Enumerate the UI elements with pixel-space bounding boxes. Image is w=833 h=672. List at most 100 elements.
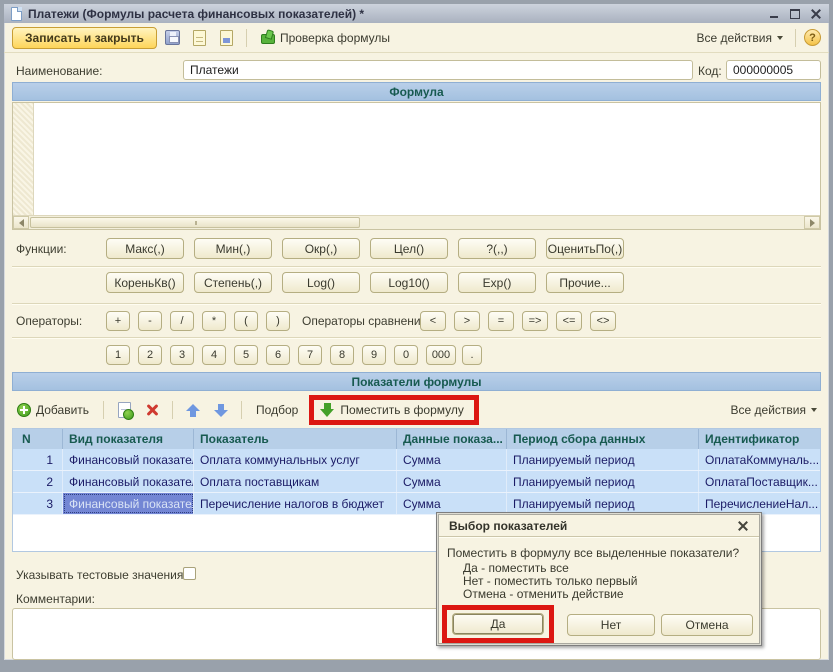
indicators-all-actions-label: Все действия xyxy=(731,403,806,417)
scroll-right-icon[interactable] xyxy=(804,216,820,229)
cell-kind[interactable]: Финансовый показатель xyxy=(63,449,194,470)
check-formula-button[interactable]: Проверка формулы xyxy=(255,28,395,47)
cell-period[interactable]: Планируемый период xyxy=(507,449,699,470)
op-divide-button[interactable]: / xyxy=(170,311,194,331)
digit-dot-button[interactable]: . xyxy=(462,345,482,365)
column-header-indicator[interactable]: Показатель xyxy=(194,429,397,449)
help-button[interactable]: ? xyxy=(804,29,821,46)
cell-data[interactable]: Сумма xyxy=(397,493,507,514)
pick-button[interactable]: Подбор xyxy=(251,401,303,419)
op-lt-button[interactable]: < xyxy=(420,311,446,331)
indicators-all-actions-button[interactable]: Все действия xyxy=(727,401,821,419)
func-min-button[interactable]: Мин(,) xyxy=(194,238,272,259)
digit-1-button[interactable]: 1 xyxy=(106,345,130,365)
func-max-button[interactable]: Макс(,) xyxy=(106,238,184,259)
formula-textarea[interactable] xyxy=(35,103,820,215)
cancel-button[interactable]: Отмена xyxy=(661,614,753,636)
scroll-left-icon[interactable] xyxy=(13,216,29,229)
cell-kind[interactable]: Финансовый показатель xyxy=(63,471,194,492)
read-document-button[interactable] xyxy=(189,27,211,49)
move-up-button[interactable] xyxy=(182,399,204,421)
column-header-kind[interactable]: Вид показателя xyxy=(63,429,194,449)
func-sqrt-button[interactable]: КореньКв() xyxy=(106,272,184,293)
cell-kind-selected[interactable]: Финансовый показатель xyxy=(63,493,194,514)
op-gt-button[interactable]: > xyxy=(454,311,480,331)
func-log10-button[interactable]: Log10() xyxy=(370,272,448,293)
table-row[interactable]: 2 Финансовый показатель Оплата поставщик… xyxy=(13,471,820,493)
op-ne-button[interactable]: <> xyxy=(590,311,616,331)
cell-indicator[interactable]: Перечисление налогов в бюджет xyxy=(194,493,397,514)
op-ge-button[interactable]: => xyxy=(522,311,548,331)
func-log-button[interactable]: Log() xyxy=(282,272,360,293)
cell-n[interactable]: 2 xyxy=(13,471,63,492)
window-controls xyxy=(768,8,822,20)
column-header-period[interactable]: Период сбора данных xyxy=(507,429,699,449)
op-le-button[interactable]: <= xyxy=(556,311,582,331)
test-values-checkbox[interactable] xyxy=(183,567,196,580)
dialog-close-icon[interactable] xyxy=(737,520,749,532)
add-label: Добавить xyxy=(36,403,89,417)
place-in-formula-button[interactable]: Поместить в формулу xyxy=(320,402,464,418)
op-open-paren-button[interactable]: ( xyxy=(234,311,258,331)
indicators-section-header: Показатели формулы xyxy=(12,372,821,391)
digit-6-button[interactable]: 6 xyxy=(266,345,290,365)
cell-indicator[interactable]: Оплата поставщикам xyxy=(194,471,397,492)
func-round-button[interactable]: Окр(,) xyxy=(282,238,360,259)
op-minus-button[interactable]: - xyxy=(138,311,162,331)
digit-4-button[interactable]: 4 xyxy=(202,345,226,365)
minimize-icon[interactable] xyxy=(768,8,780,20)
func-int-button[interactable]: Цел() xyxy=(370,238,448,259)
func-if-button[interactable]: ?(,,) xyxy=(458,238,536,259)
yes-button[interactable]: Да xyxy=(452,613,544,635)
op-plus-button[interactable]: + xyxy=(106,311,130,331)
cell-n[interactable]: 1 xyxy=(13,449,63,470)
cell-indicator[interactable]: Оплата коммунальных услуг xyxy=(194,449,397,470)
divider xyxy=(12,337,821,338)
func-exp-button[interactable]: Exp() xyxy=(458,272,536,293)
digit-3-button[interactable]: 3 xyxy=(170,345,194,365)
table-header-row: N Вид показателя Показатель Данные показ… xyxy=(13,429,820,449)
cell-id[interactable]: ОплатаКоммуналь... xyxy=(699,449,820,470)
func-pow-button[interactable]: Степень(,) xyxy=(194,272,272,293)
scrollbar-thumb[interactable] xyxy=(30,217,360,228)
digit-000-button[interactable]: 000 xyxy=(426,345,456,365)
name-input[interactable] xyxy=(183,60,693,80)
copy-button[interactable] xyxy=(113,399,135,421)
maximize-icon[interactable] xyxy=(789,8,801,20)
editor-gutter xyxy=(13,103,34,215)
post-document-button[interactable] xyxy=(216,27,238,49)
func-other-button[interactable]: Прочие... xyxy=(546,272,624,293)
digit-2-button[interactable]: 2 xyxy=(138,345,162,365)
cell-data[interactable]: Сумма xyxy=(397,449,507,470)
column-header-data[interactable]: Данные показа... xyxy=(397,429,507,449)
cell-period[interactable]: Планируемый период xyxy=(507,493,699,514)
column-header-n[interactable]: N xyxy=(13,429,63,449)
code-input[interactable] xyxy=(726,60,821,80)
digit-8-button[interactable]: 8 xyxy=(330,345,354,365)
cell-id[interactable]: ОплатаПоставщик... xyxy=(699,471,820,492)
no-button[interactable]: Нет xyxy=(567,614,655,636)
close-icon[interactable] xyxy=(810,8,822,20)
app-window: Платежи (Формулы расчета финансовых пока… xyxy=(0,0,833,672)
code-label: Код: xyxy=(698,64,722,78)
digit-0-button[interactable]: 0 xyxy=(394,345,418,365)
cell-data[interactable]: Сумма xyxy=(397,471,507,492)
cell-n[interactable]: 3 xyxy=(13,493,63,514)
move-down-button[interactable] xyxy=(210,399,232,421)
func-evaluate-button[interactable]: ОценитьПо(,) xyxy=(546,238,624,259)
op-close-paren-button[interactable]: ) xyxy=(266,311,290,331)
op-multiply-button[interactable]: * xyxy=(202,311,226,331)
digit-9-button[interactable]: 9 xyxy=(362,345,386,365)
column-header-id[interactable]: Идентификатор xyxy=(699,429,820,449)
table-row[interactable]: 1 Финансовый показатель Оплата коммуналь… xyxy=(13,449,820,471)
op-eq-button[interactable]: = xyxy=(488,311,514,331)
digit-7-button[interactable]: 7 xyxy=(298,345,322,365)
save-button[interactable] xyxy=(162,27,184,49)
cell-period[interactable]: Планируемый период xyxy=(507,471,699,492)
all-actions-button[interactable]: Все действия xyxy=(693,29,787,47)
cell-id[interactable]: ПеречислениеНал... xyxy=(699,493,820,514)
add-button[interactable]: Добавить xyxy=(12,401,94,419)
digit-5-button[interactable]: 5 xyxy=(234,345,258,365)
delete-button[interactable] xyxy=(141,399,163,421)
save-close-button[interactable]: Записать и закрыть xyxy=(12,27,157,49)
